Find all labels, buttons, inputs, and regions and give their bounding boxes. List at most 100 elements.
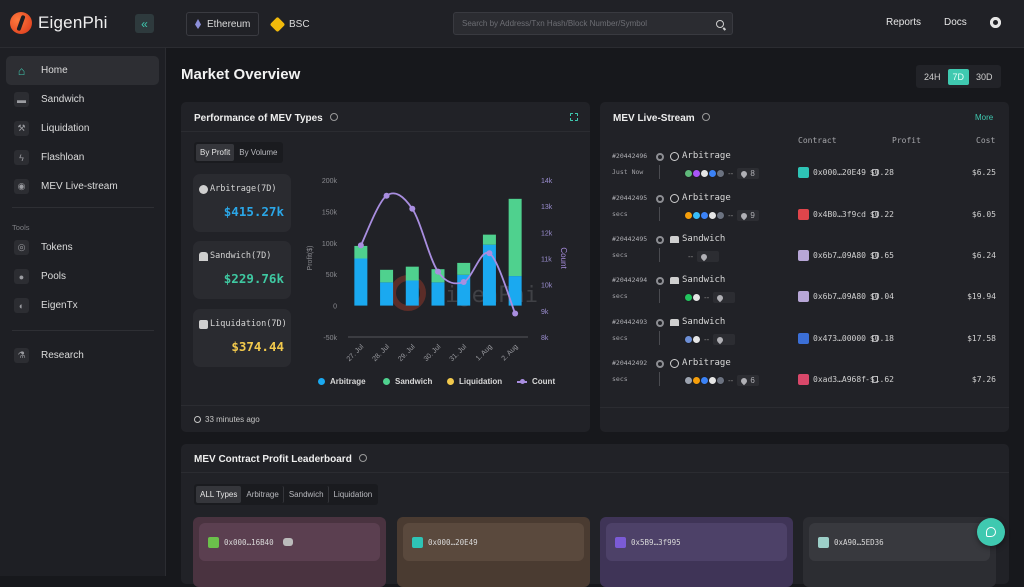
collapse-sidebar-button[interactable]: « xyxy=(135,14,154,33)
contract-address[interactable]: 0xA90…5ED36 xyxy=(834,538,884,547)
logo[interactable]: EigenPhi xyxy=(10,12,108,34)
timeline-line xyxy=(659,165,660,179)
contract-link[interactable]: 0x000…20E49 xyxy=(798,167,878,178)
by-profit-tab[interactable]: By Profit xyxy=(196,144,235,161)
tab-arbitrage[interactable]: Arbitrage xyxy=(242,486,284,503)
contract-address[interactable]: 0x000…16B40 xyxy=(224,538,274,547)
stat-card-liquidation[interactable]: Liquidation(7D) $374.44 xyxy=(193,309,291,367)
y2-tick-label: 12k xyxy=(541,230,553,237)
livestream-icon: ◉ xyxy=(14,179,29,194)
arbitrage-icon xyxy=(670,151,679,161)
stat-card-arbitrage[interactable]: Arbitrage(7D) $415.27k xyxy=(193,174,291,232)
token-path: -- 6 xyxy=(684,375,759,386)
contract-link[interactable]: 0x4B0…3f9cd xyxy=(798,209,878,220)
stat-card-sandwich[interactable]: Sandwich(7D) $229.76k xyxy=(193,241,291,299)
tab-all-types[interactable]: ALL Types xyxy=(196,486,242,503)
timeline-line xyxy=(659,289,660,303)
tab-liquidation[interactable]: Liquidation xyxy=(330,486,377,503)
info-icon[interactable] xyxy=(329,113,338,122)
sidebar-item-label: Sandwich xyxy=(41,94,85,105)
chain-bsc-button[interactable]: BSC xyxy=(264,12,318,36)
divider xyxy=(181,131,590,132)
livestream-row[interactable]: #20442493 secs Sandwich -- 0x473…00000 $… xyxy=(600,317,1010,359)
legend-liquidation[interactable]: Liquidation xyxy=(447,377,502,386)
feedback-button[interactable] xyxy=(977,518,1005,546)
block-number[interactable]: #20442493 xyxy=(612,318,647,326)
sidebar-item-flashloan[interactable]: ϟ Flashloan xyxy=(6,143,159,172)
sidebar-item-label: Liquidation xyxy=(41,123,90,134)
sidebar-item-label: MEV Live-stream xyxy=(41,181,118,192)
livestream-row[interactable]: #20442496 Just Now Arbitrage -- 8 0x000…2… xyxy=(600,151,1010,193)
more-link[interactable]: More xyxy=(975,113,993,122)
profit-value: $0.04 xyxy=(869,292,894,301)
sidebar-item-mev-live-stream[interactable]: ◉ MEV Live-stream xyxy=(6,172,159,201)
last-updated: 33 minutes ago xyxy=(194,415,260,424)
block-number[interactable]: #20442495 xyxy=(612,235,647,243)
sidebar: ⌂ Home ▬ Sandwich ⚒ Liquidation ϟ Flashl… xyxy=(0,48,166,576)
legend-sandwich[interactable]: Sandwich xyxy=(383,377,432,386)
mev-performance-chart: EigenPhi200k150k100k50k0-50k14k13k12k11k… xyxy=(307,178,568,363)
timeline-node-icon xyxy=(656,153,664,161)
y-axis-label: Profit($) xyxy=(307,246,314,271)
livestream-row[interactable]: #20442495 secs Arbitrage -- 9 0x4B0…3f9cd… xyxy=(600,193,1010,235)
y2-tick-label: 10k xyxy=(541,283,553,290)
tab-sandwich[interactable]: Sandwich xyxy=(285,486,329,503)
contract-avatar-icon xyxy=(798,209,809,220)
pin-icon xyxy=(700,252,709,261)
info-icon[interactable] xyxy=(701,113,710,122)
leaderboard-type-tabs: ALL Types Arbitrage Sandwich Liquidation xyxy=(194,484,379,505)
block-number[interactable]: #20442495 xyxy=(612,194,647,202)
sidebar-item-home[interactable]: ⌂ Home xyxy=(6,56,159,85)
chain-ethereum-button[interactable]: Ethereum xyxy=(186,12,260,36)
leaderboard-card-item[interactable]: 0x000…20E49 xyxy=(397,517,590,587)
legend-swatch xyxy=(318,378,325,385)
range-30d-button[interactable]: 30D xyxy=(971,69,998,85)
search-input[interactable] xyxy=(462,19,716,28)
leaderboard-card-item[interactable]: 0xA90…5ED36 xyxy=(803,517,996,587)
sandwich-icon xyxy=(670,318,679,326)
timeline-node-icon xyxy=(656,195,664,203)
contract-address[interactable]: 0x5B9…3f995 xyxy=(631,538,681,547)
chain-label: Ethereum xyxy=(207,18,251,30)
range-7d-button[interactable]: 7D xyxy=(947,68,970,85)
docs-link[interactable]: Docs xyxy=(944,17,967,28)
count-point xyxy=(435,268,441,275)
block-number[interactable]: #20442496 xyxy=(612,152,647,160)
sidebar-item-pools[interactable]: ● Pools xyxy=(6,262,159,291)
bar-arbitrage xyxy=(431,282,445,306)
separator: -- xyxy=(728,211,734,220)
sidebar-item-sandwich[interactable]: ▬ Sandwich xyxy=(6,85,159,114)
info-icon[interactable] xyxy=(358,454,367,463)
livestream-row[interactable]: #20442495 secs Sandwich -- 0x6b7…09A80 $… xyxy=(600,234,1010,276)
fullscreen-icon[interactable] xyxy=(570,113,578,121)
sidebar-item-research[interactable]: ⚗ Research xyxy=(6,341,159,370)
token-icon xyxy=(692,293,701,302)
contract-link[interactable]: 0x473…00000 xyxy=(798,333,878,344)
sidebar-item-liquidation[interactable]: ⚒ Liquidation xyxy=(6,114,159,143)
contract-address[interactable]: 0x000…20E49 xyxy=(428,538,478,547)
sidebar-item-label: Home xyxy=(41,65,68,76)
sidebar-item-eigentx[interactable]: ◐ EigenTx xyxy=(6,291,159,320)
divider xyxy=(600,407,1009,408)
legend-count[interactable]: Count xyxy=(517,377,555,386)
legend-arbitrage[interactable]: Arbitrage xyxy=(318,377,366,386)
leaderboard-card-item[interactable]: 0x000…16B40 xyxy=(193,517,386,587)
settings-gear-icon[interactable] xyxy=(990,17,1001,28)
search-icon[interactable] xyxy=(716,19,724,28)
token-icon xyxy=(692,335,701,344)
token-icon xyxy=(716,169,725,178)
block-number[interactable]: #20442492 xyxy=(612,359,647,367)
mev-type: Sandwich xyxy=(670,317,725,327)
block-number[interactable]: #20442494 xyxy=(612,276,647,284)
reports-link[interactable]: Reports xyxy=(886,17,921,28)
livestream-title: MEV Live-Stream xyxy=(613,113,710,124)
contract-link[interactable]: 0x6b7…09A80 xyxy=(798,291,878,302)
livestream-row[interactable]: #20442494 secs Sandwich -- 0x6b7…09A80 $… xyxy=(600,275,1010,317)
livestream-row[interactable]: #20442492 secs Arbitrage -- 6 0xad3…A968f… xyxy=(600,358,1010,400)
range-24h-button[interactable]: 24H xyxy=(919,69,946,85)
by-volume-tab[interactable]: By Volume xyxy=(235,144,281,161)
leaderboard-card-item[interactable]: 0x5B9…3f995 xyxy=(600,517,793,587)
contract-link[interactable]: 0x6b7…09A80 xyxy=(798,250,878,261)
sidebar-item-tokens[interactable]: ◎ Tokens xyxy=(6,233,159,262)
hop-count: 9 xyxy=(737,210,759,221)
